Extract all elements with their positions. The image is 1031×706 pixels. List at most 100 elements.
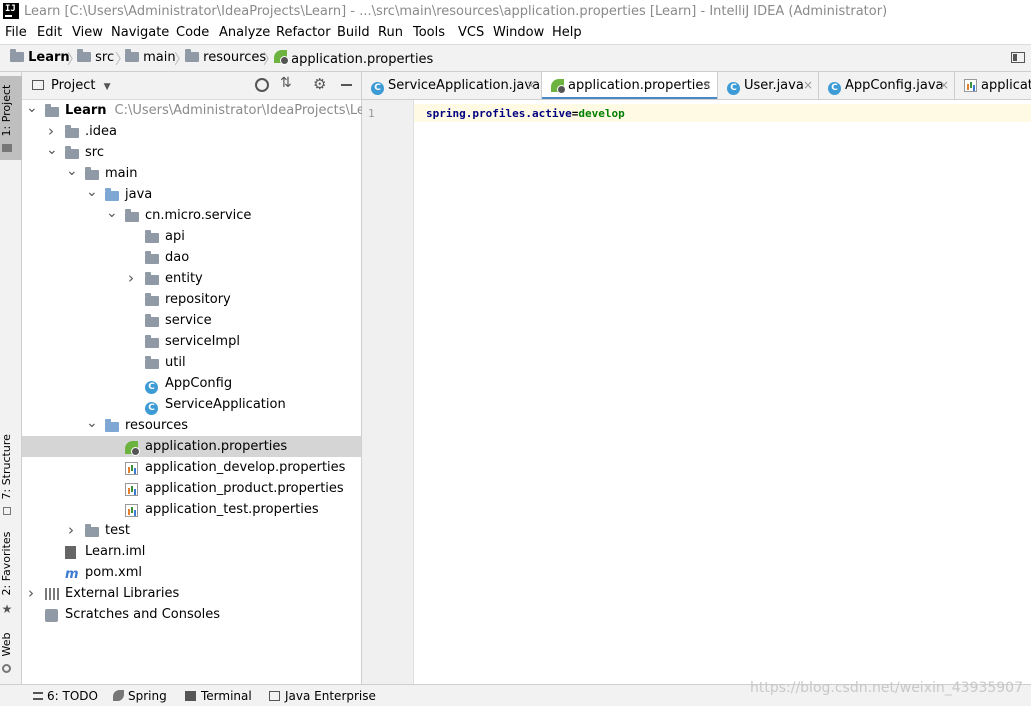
- tool-tab-structure[interactable]: 7: Structure: [0, 432, 22, 518]
- chevron-down-icon[interactable]: ⌄: [66, 163, 78, 179]
- chevron-down-icon[interactable]: ⌄: [46, 142, 58, 158]
- chevron-down-icon[interactable]: ⌄: [106, 205, 118, 221]
- tree-item[interactable]: › External Libraries: [22, 583, 361, 604]
- locate-file-icon[interactable]: [255, 78, 269, 92]
- tree-item[interactable]: › entity: [22, 268, 361, 289]
- breadcrumb-learn[interactable]: Learn: [10, 49, 70, 65]
- tree-item[interactable]: api: [22, 226, 361, 247]
- breadcrumb-file[interactable]: application.properties: [274, 50, 433, 67]
- tab-icon: [551, 79, 566, 96]
- menu-file[interactable]: File: [5, 25, 27, 40]
- tree-item-label: serviceImpl: [165, 334, 240, 349]
- menu-help[interactable]: Help: [552, 25, 582, 40]
- tool-tab-terminal[interactable]: Terminal: [185, 689, 252, 703]
- tool-tab-web[interactable]: Web: [0, 628, 22, 678]
- tree-item[interactable]: ⌄ Learn C:\Users\Administrator\IdeaProject…: [22, 100, 386, 121]
- chevron-down-icon[interactable]: ⌄: [86, 415, 98, 431]
- tree-item[interactable]: serviceImpl: [22, 331, 361, 352]
- editor-tabs: C ServiceApplication.java × application.pro…: [362, 72, 1031, 100]
- tab-icon: C: [828, 79, 841, 95]
- chevron-right-icon[interactable]: ›: [126, 269, 136, 287]
- tree-item[interactable]: C AppConfig: [22, 373, 361, 394]
- tree-item[interactable]: application.properties: [22, 436, 361, 457]
- chevron-down-icon[interactable]: ⌄: [86, 184, 98, 200]
- tree-item[interactable]: › test: [22, 520, 361, 541]
- tree-item[interactable]: ⌄ java: [22, 184, 361, 205]
- tree-item[interactable]: util: [22, 352, 361, 373]
- tool-tab-favorites[interactable]: ★ 2: Favorites: [0, 530, 22, 618]
- close-icon[interactable]: ×: [702, 78, 712, 92]
- tool-tab-project[interactable]: 1: Project: [0, 76, 22, 160]
- property-value: develop: [578, 107, 625, 120]
- tree-item-icon: [145, 293, 159, 309]
- tree-item[interactable]: repository: [22, 289, 361, 310]
- tree-item[interactable]: ⌄ resources: [22, 415, 361, 436]
- chevron-right-icon[interactable]: ›: [66, 521, 76, 539]
- menu-analyze[interactable]: Analyze: [219, 25, 270, 40]
- menu-view[interactable]: View: [72, 25, 103, 40]
- editor-tab[interactable]: C AppConfig.java ×: [819, 72, 955, 99]
- tool-tab-spring[interactable]: Spring: [113, 689, 167, 703]
- close-icon[interactable]: ×: [939, 78, 949, 92]
- tree-item[interactable]: m pom.xml: [22, 562, 361, 583]
- menu-build[interactable]: Build: [337, 25, 370, 40]
- tree-item[interactable]: ⌄ src: [22, 142, 361, 163]
- tree-item[interactable]: application_develop.properties: [22, 457, 361, 478]
- tree-item-icon: [65, 146, 79, 162]
- current-line[interactable]: spring.profiles.active=develop: [414, 104, 1031, 122]
- menu-navigate[interactable]: Navigate: [111, 25, 169, 40]
- close-icon[interactable]: ×: [526, 78, 536, 92]
- tree-item[interactable]: service: [22, 310, 361, 331]
- chevron-down-icon[interactable]: ⌄: [26, 100, 38, 116]
- editor-tab[interactable]: C ServiceApplication.java ×: [362, 72, 542, 99]
- tree-item[interactable]: › .idea: [22, 121, 361, 142]
- tree-item-label: Learn C:\Users\Administrator\IdeaProjects…: [65, 103, 386, 118]
- editor-tab[interactable]: applicatio: [955, 72, 1031, 99]
- tree-item-name: java: [125, 187, 153, 202]
- chevron-right-icon[interactable]: ›: [26, 584, 36, 602]
- tool-tab-java-enterprise[interactable]: Java Enterprise: [269, 689, 376, 703]
- project-view-selector[interactable]: Project ▼: [51, 78, 111, 93]
- package-icon: [145, 293, 159, 306]
- menu-edit[interactable]: Edit: [37, 25, 62, 40]
- breadcrumb-main[interactable]: main: [125, 49, 176, 65]
- menu-code[interactable]: Code: [176, 25, 209, 40]
- chevron-down-icon: ▼: [103, 82, 111, 92]
- code-editor[interactable]: spring.profiles.active=develop: [414, 100, 1031, 684]
- breadcrumb-resources[interactable]: resources: [185, 49, 266, 65]
- restore-layout-icon[interactable]: [1011, 52, 1025, 63]
- terminal-icon: [185, 691, 196, 701]
- tree-item-label: api: [165, 229, 185, 244]
- tree-item-icon: [125, 441, 140, 458]
- tree-item-icon: [105, 419, 119, 435]
- tree-item[interactable]: dao: [22, 247, 361, 268]
- gear-icon[interactable]: ⚙: [313, 75, 326, 93]
- tree-item[interactable]: C ServiceApplication: [22, 394, 361, 415]
- menu-vcs[interactable]: VCS: [458, 25, 484, 40]
- maven-icon: m: [65, 567, 79, 582]
- tree-item[interactable]: ⌄ cn.micro.service: [22, 205, 361, 226]
- menu-refactor[interactable]: Refactor: [276, 25, 331, 40]
- minimize-icon[interactable]: [341, 84, 352, 86]
- editor-tab[interactable]: application.properties ×: [542, 72, 718, 99]
- menu-window[interactable]: Window: [493, 25, 544, 40]
- tree-item[interactable]: ⌄ main: [22, 163, 361, 184]
- tree-item-icon: C: [145, 399, 158, 415]
- tree-item[interactable]: Learn.iml: [22, 541, 361, 562]
- tool-tab-todo[interactable]: 6: TODO: [33, 689, 98, 703]
- collapse-all-icon[interactable]: ⇅: [280, 75, 292, 91]
- spring-properties-icon: [125, 441, 140, 456]
- editor-tab[interactable]: C User.java ×: [718, 72, 819, 99]
- breadcrumb-src[interactable]: src: [77, 49, 114, 65]
- menu-tools[interactable]: Tools: [413, 25, 445, 40]
- menu-run[interactable]: Run: [378, 25, 403, 40]
- close-icon[interactable]: ×: [803, 78, 813, 92]
- tree-item-label: External Libraries: [65, 586, 179, 601]
- folder-icon: [125, 49, 139, 62]
- class-icon: C: [145, 381, 158, 394]
- tree-item[interactable]: Scratches and Consoles: [22, 604, 361, 625]
- chevron-right-icon[interactable]: ›: [46, 122, 56, 140]
- tool-tab-label: Web: [0, 632, 13, 657]
- tree-item[interactable]: application_product.properties: [22, 478, 361, 499]
- tree-item[interactable]: application_test.properties: [22, 499, 361, 520]
